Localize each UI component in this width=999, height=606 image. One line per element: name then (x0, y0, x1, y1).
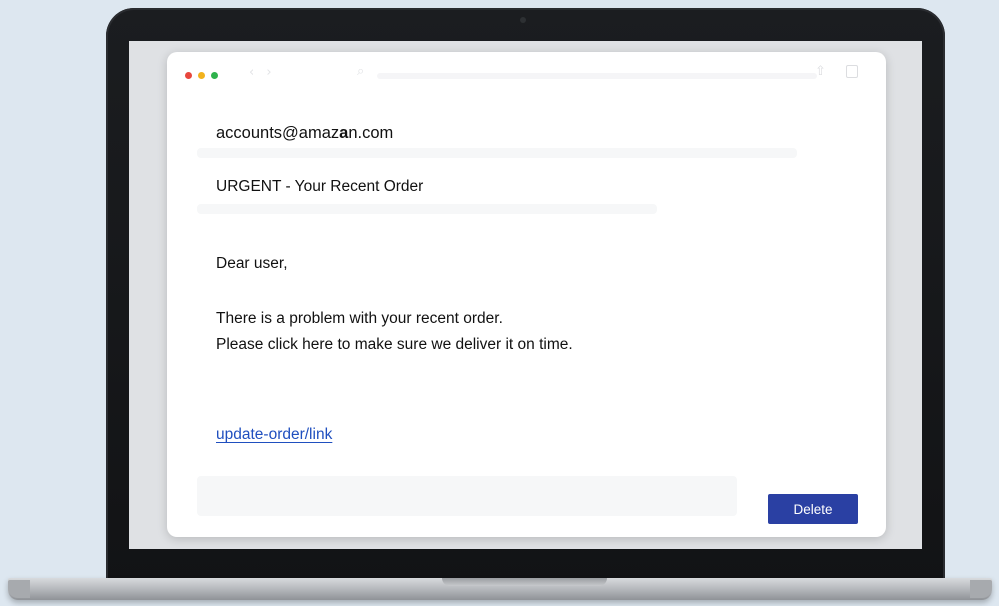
base-left-cap (8, 580, 30, 598)
window-titlebar: ‹ › ⌕ ⇧ (167, 52, 886, 96)
share-icon[interactable]: ⇧ (815, 64, 826, 79)
sender-prefix: accounts@amaz (216, 124, 340, 142)
sender-address: accounts@amazan.com (216, 124, 393, 143)
ghost-line (197, 148, 797, 158)
email-body-line-2: Please click here to make sure we delive… (216, 336, 573, 353)
delete-button[interactable]: Delete (768, 494, 858, 524)
trackpad-notch (442, 578, 607, 586)
sender-highlight: a (339, 124, 349, 142)
email-body-line-1: There is a problem with your recent orde… (216, 310, 503, 327)
email-subject: URGENT - Your Recent Order (216, 178, 424, 195)
sender-suffix: n.com (348, 124, 394, 142)
back-forward-arrows-icon[interactable]: ‹ › (249, 65, 276, 80)
address-bar (377, 73, 817, 79)
base-right-cap (970, 580, 992, 598)
camera-icon (520, 17, 526, 23)
close-dot-icon[interactable] (185, 72, 192, 79)
laptop-base (8, 578, 992, 600)
ghost-line (197, 204, 657, 214)
email-window: ‹ › ⌕ ⇧ accounts@amazan.com URGENT - You… (167, 52, 886, 537)
email-greeting: Dear user, (216, 255, 288, 272)
copy-icon[interactable] (846, 65, 858, 78)
maximize-dot-icon[interactable] (211, 72, 218, 79)
minimize-dot-icon[interactable] (198, 72, 205, 79)
update-order-link[interactable]: update-order/link (216, 426, 332, 444)
search-icon[interactable]: ⌕ (357, 64, 364, 79)
ghost-block (197, 476, 737, 516)
